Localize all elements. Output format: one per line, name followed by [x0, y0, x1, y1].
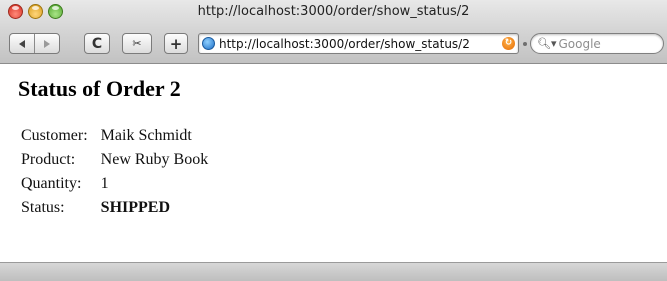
feed-icon[interactable]: ↻ [502, 37, 515, 50]
page-title: Status of Order 2 [18, 76, 181, 101]
add-bookmark-button[interactable]: + [164, 33, 188, 54]
table-row: Customer: Maik Schmidt [18, 124, 211, 148]
back-forward-group [9, 33, 60, 54]
product-value: New Ruby Book [100, 151, 209, 168]
browser-toolbar: http://localhost:3000/order/show_status/… [0, 0, 667, 64]
search-placeholder: Google [558, 36, 601, 51]
toolbar-resize-handle[interactable] [523, 42, 527, 46]
globe-icon [202, 37, 215, 50]
status-value: SHIPPED [100, 199, 171, 216]
customer-label: Customer: [21, 127, 88, 144]
back-button[interactable] [10, 34, 34, 53]
reload-icon: C [91, 35, 103, 52]
back-arrow-icon [19, 39, 25, 48]
snippet-icon: ✂ [132, 37, 142, 50]
search-icon[interactable]: 🔍︎▾ [537, 37, 557, 50]
table-row: Quantity: 1 [18, 172, 211, 196]
order-details-table: Customer: Maik Schmidt Product: New Ruby… [18, 124, 211, 220]
window-title: http://localhost:3000/order/show_status/… [197, 4, 470, 19]
status-bar [0, 262, 667, 281]
product-label: Product: [21, 151, 76, 168]
quantity-label: Quantity: [21, 175, 82, 192]
forward-button[interactable] [34, 34, 59, 53]
table-row: Status: SHIPPED [18, 196, 211, 220]
customer-value: Maik Schmidt [100, 127, 192, 144]
add-bookmark-icon: + [169, 34, 183, 53]
browser-window: http://localhost:3000/order/show_status/… [0, 0, 667, 281]
reload-button[interactable]: C [84, 33, 110, 54]
snippet-button[interactable]: ✂ [122, 33, 152, 54]
quantity-value: 1 [100, 175, 109, 192]
forward-arrow-icon [44, 39, 50, 48]
status-label: Status: [21, 199, 65, 216]
address-bar[interactable]: http://localhost:3000/order/show_status/… [198, 33, 519, 54]
search-input[interactable]: 🔍︎▾ Google [530, 33, 664, 54]
address-bar-url[interactable]: http://localhost:3000/order/show_status/… [219, 37, 502, 51]
table-row: Product: New Ruby Book [18, 148, 211, 172]
page-content: Status of Order 2 Customer: Maik Schmidt… [0, 64, 667, 262]
